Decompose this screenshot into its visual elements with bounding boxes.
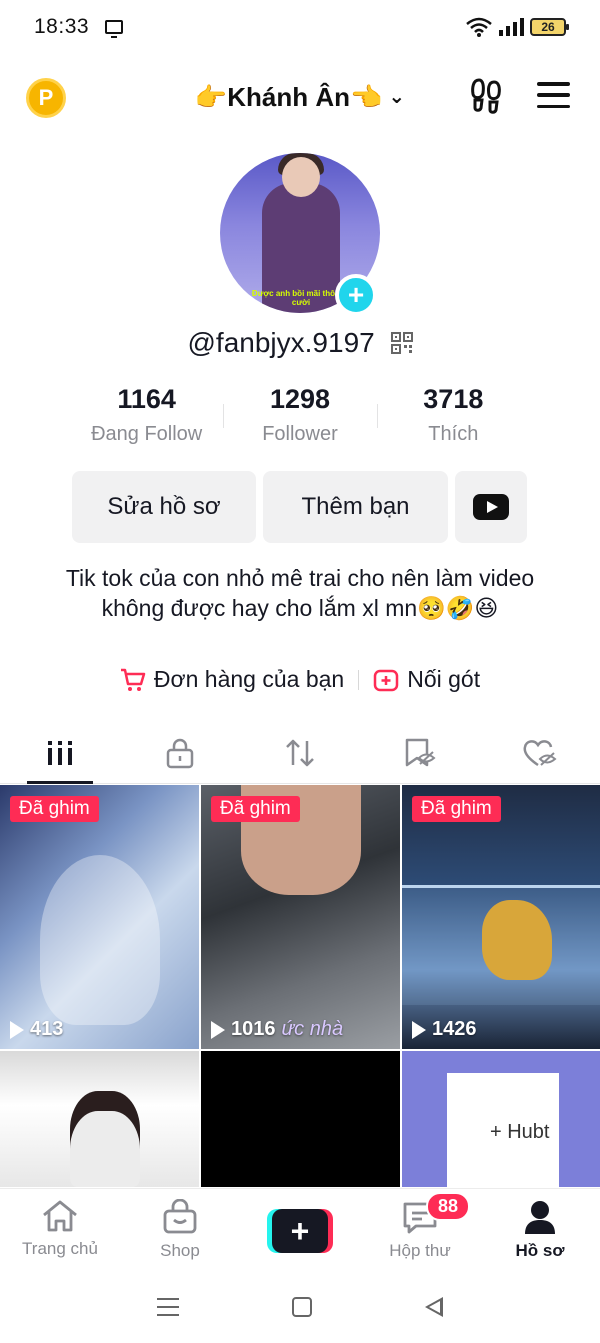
status-bar: 18:33 26 (0, 0, 600, 54)
footprints-icon[interactable] (470, 78, 504, 114)
profile-stats: 1164 Đang Follow 1298 Follower 3718 Thíc… (70, 384, 530, 446)
play-icon (412, 1020, 426, 1039)
shop-bag-icon (163, 1199, 197, 1234)
pinned-badge: Đã ghim (412, 796, 501, 822)
orders-link[interactable]: Đơn hàng của bạn (120, 666, 344, 693)
play-icon (10, 1020, 24, 1039)
stat-value: 1298 (269, 384, 331, 414)
tab-saved[interactable] (360, 722, 480, 783)
view-count: 413 (10, 1018, 63, 1041)
youtube-button[interactable] (455, 471, 527, 543)
video-tile[interactable]: + Hubt (402, 1051, 600, 1187)
stat-followers[interactable]: 1298 Follower (223, 384, 376, 446)
content-tabs (0, 722, 600, 784)
account-switcher[interactable]: 👉Khánh Ân👈 ⌄ (0, 82, 600, 113)
shopping-cart-icon (120, 668, 146, 691)
liked-hidden-icon (523, 739, 557, 766)
signal-icon (499, 18, 524, 36)
tile-note-text: + Hubt (490, 1121, 550, 1143)
bottom-nav: Trang chủ Shop + 88 Hộp thư Hồ sơ (0, 1188, 600, 1270)
nav-inbox-label: Hộp thư (389, 1241, 451, 1260)
video-tile[interactable] (201, 1051, 400, 1187)
repost-icon (286, 739, 314, 766)
profile-icon (525, 1201, 555, 1234)
screen-mirror-icon (105, 20, 124, 38)
tab-liked[interactable] (480, 722, 600, 783)
tab-private[interactable] (120, 722, 240, 783)
youtube-icon (473, 494, 509, 520)
video-tile[interactable] (0, 1051, 199, 1187)
home-icon (43, 1200, 77, 1232)
video-tile[interactable]: Đã ghim 413 (0, 785, 199, 1049)
chevron-down-icon: ⌄ (388, 86, 406, 108)
profile-top-nav: P 👉Khánh Ân👈 ⌄ (0, 70, 600, 126)
edit-profile-button[interactable]: Sửa hồ sơ (72, 471, 256, 543)
stat-likes[interactable]: 3718 Thích (376, 384, 530, 446)
add-square-icon (373, 669, 399, 691)
pinned-badge: Đã ghim (211, 796, 300, 822)
stat-label: Đang Follow (91, 423, 203, 445)
menu-icon[interactable] (537, 82, 570, 108)
view-count: 1426 (412, 1018, 477, 1041)
tile-overlay-text: ức nhà (281, 1018, 344, 1040)
stat-label: Follower (262, 423, 338, 445)
video-tile[interactable]: Đã ghim 1016 ức nhà (201, 785, 400, 1049)
stat-label: Thích (428, 423, 479, 445)
video-tile[interactable]: Đã ghim 1426 (402, 785, 600, 1049)
nav-profile-label: Hồ sơ (515, 1241, 565, 1260)
add-friend-button[interactable]: Thêm bạn (263, 471, 448, 543)
add-avatar-button[interactable]: + (335, 274, 377, 316)
saved-hidden-icon (405, 738, 436, 766)
divider (358, 669, 360, 690)
home-button-icon[interactable] (291, 1296, 312, 1317)
profile-bio: Tik tok của con nhỏ mê trai cho nên làm … (65, 565, 535, 621)
plus-icon: + (272, 1209, 328, 1253)
pinned-badge: Đã ghim (10, 796, 99, 822)
tab-reposts[interactable] (240, 722, 360, 783)
inbox-badge: 88 (426, 1192, 471, 1221)
profile-handle: @fanbjyx.9197 (187, 327, 375, 358)
videos-grid-icon (48, 740, 72, 765)
profile-links: Đơn hàng của bạn Nối gót (0, 666, 600, 693)
stat-following[interactable]: 1164 Đang Follow (70, 384, 223, 446)
streak-link[interactable]: Nối gót (373, 666, 480, 693)
profile-handle-row: @fanbjyx.9197 (0, 327, 600, 359)
nav-inbox[interactable]: 88 Hộp thư (360, 1189, 480, 1270)
stat-value: 3718 (423, 384, 484, 414)
video-grid: Đã ghim 413 Đã ghim 1016 ức nhà Đã ghim 1… (0, 785, 600, 1187)
system-nav-bar (0, 1270, 600, 1343)
nav-home-label: Trang chủ (22, 1239, 98, 1258)
nav-profile[interactable]: Hồ sơ (480, 1189, 600, 1270)
orders-label: Đơn hàng của bạn (153, 666, 345, 692)
view-count: 1016 ức nhà (211, 1018, 343, 1041)
status-time: 18:33 (34, 15, 90, 38)
back-icon[interactable] (425, 1296, 444, 1317)
nav-shop-label: Shop (160, 1241, 200, 1260)
battery-icon: 26 (530, 18, 569, 36)
account-name: 👉Khánh Ân👈 (194, 82, 383, 112)
nav-create[interactable]: + (240, 1189, 360, 1270)
qr-code-icon[interactable] (390, 332, 413, 354)
tab-videos[interactable] (0, 722, 120, 784)
create-button[interactable]: + (267, 1209, 333, 1253)
status-icons: 26 (466, 17, 569, 37)
streak-label: Nối gót (407, 666, 481, 692)
wifi-icon (466, 17, 492, 37)
stat-value: 1164 (117, 384, 176, 414)
nav-shop[interactable]: Shop (120, 1189, 240, 1270)
private-lock-icon (166, 738, 194, 768)
recent-apps-icon[interactable] (156, 1297, 179, 1316)
play-icon (211, 1020, 225, 1039)
nav-home[interactable]: Trang chủ (0, 1189, 120, 1270)
